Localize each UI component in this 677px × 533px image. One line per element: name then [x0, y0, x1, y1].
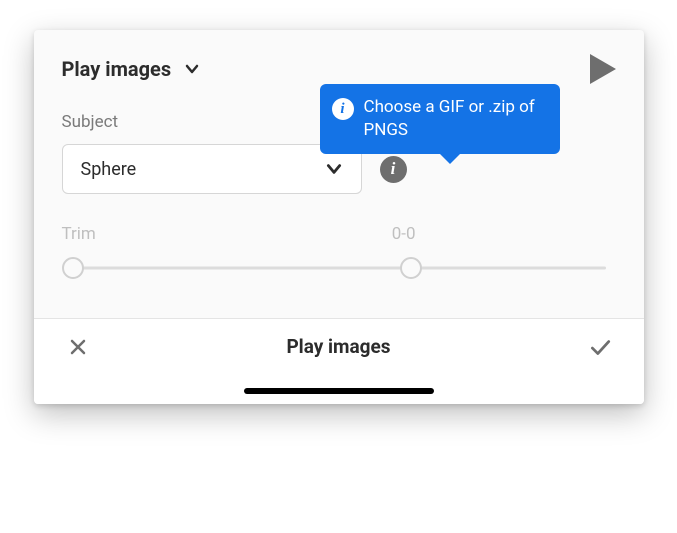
trim-label: Trim	[62, 224, 96, 244]
trim-slider[interactable]	[62, 256, 616, 280]
trim-range-text: 0-0	[392, 224, 416, 244]
cancel-button[interactable]	[64, 333, 92, 361]
info-tooltip: i Choose a GIF or .zip of PNGS	[320, 84, 560, 154]
footer-bar: Play images	[34, 318, 644, 374]
panel-content: Play images i Choose a GIF or .zip of PN…	[34, 30, 644, 318]
tooltip-text: Choose a GIF or .zip of PNGS	[364, 96, 544, 142]
slider-track	[72, 267, 606, 270]
chevron-down-icon	[325, 160, 343, 178]
panel-title: Play images	[62, 57, 172, 81]
subject-info-button[interactable]: i	[380, 156, 407, 183]
trim-labels-row: Trim 0-0	[62, 224, 616, 244]
close-icon	[68, 337, 88, 357]
info-icon: i	[332, 98, 354, 120]
settings-panel: Play images i Choose a GIF or .zip of PN…	[34, 30, 644, 404]
header-row: Play images	[62, 54, 616, 84]
confirm-button[interactable]	[586, 333, 614, 361]
slider-thumb-min[interactable]	[62, 257, 84, 279]
home-indicator-area	[34, 374, 644, 404]
subject-select[interactable]: Sphere	[62, 144, 362, 194]
title-dropdown[interactable]: Play images	[62, 57, 200, 81]
footer-title: Play images	[286, 335, 390, 358]
checkmark-icon	[588, 335, 612, 359]
slider-thumb-max[interactable]	[400, 257, 422, 279]
chevron-down-icon	[185, 62, 199, 76]
subject-value: Sphere	[81, 159, 137, 180]
home-indicator[interactable]	[244, 388, 434, 394]
play-button[interactable]	[590, 54, 616, 84]
